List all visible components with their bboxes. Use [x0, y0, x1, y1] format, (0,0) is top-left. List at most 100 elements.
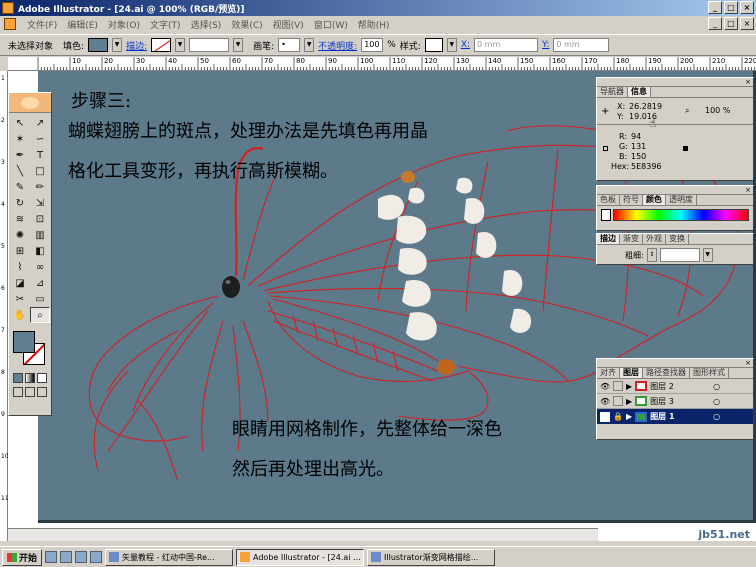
zoom-tool-icon[interactable]: ⌕ — [30, 307, 50, 323]
type-tool-icon[interactable]: T — [30, 147, 50, 163]
panel-close-icon[interactable]: × — [743, 78, 753, 86]
tab-stroke[interactable]: 描边 — [597, 234, 620, 244]
quicklaunch-ie-icon[interactable] — [45, 551, 58, 563]
layer-row-selected[interactable]: 🔒 ▶ 图层 1 ○ — [597, 409, 753, 424]
visibility-toggle[interactable] — [600, 411, 610, 422]
magic-wand-tool-icon[interactable]: ✶ — [10, 131, 30, 147]
stroke-dropdown[interactable]: ▼ — [175, 38, 186, 52]
brush-field[interactable]: • — [278, 38, 301, 52]
menu-view[interactable]: 视图(V) — [268, 18, 309, 31]
screen-mode-normal-icon[interactable] — [13, 387, 23, 397]
rectangle-tool-icon[interactable]: □ — [30, 163, 50, 179]
tab-swatches[interactable]: 色板 — [597, 195, 620, 205]
menu-edit[interactable]: 编辑(E) — [62, 18, 103, 31]
tab-graphic-styles[interactable]: 图形样式 — [690, 368, 729, 378]
menu-file[interactable]: 文件(F) — [22, 18, 62, 31]
quicklaunch-explorer-icon[interactable] — [75, 551, 88, 563]
tab-info[interactable]: 信息 — [628, 87, 651, 97]
style-dropdown[interactable]: ▼ — [446, 38, 457, 52]
line-tool-icon[interactable]: ╲ — [10, 163, 30, 179]
minimize-button[interactable]: _ — [708, 1, 722, 14]
fill-stroke-indicator[interactable] — [9, 329, 51, 371]
task-tutorial[interactable]: Illustrator渐变网格描绘... — [367, 548, 496, 566]
layer-row[interactable]: 👁 ▶ 图层 2 ○ — [597, 379, 753, 394]
layer-name[interactable]: 图层 3 — [650, 396, 710, 407]
menu-window[interactable]: 窗口(W) — [309, 18, 353, 31]
free-transform-tool-icon[interactable]: ⊡ — [30, 211, 50, 227]
tab-navigator[interactable]: 导航器 — [597, 87, 628, 97]
none-mode-icon[interactable] — [37, 373, 47, 383]
menu-effect[interactable]: 效果(C) — [226, 18, 267, 31]
stroke-weight-dropdown[interactable]: ▼ — [233, 38, 244, 52]
weight-field[interactable] — [659, 248, 700, 262]
task-illustrator[interactable]: Adobe Illustrator - [24.ai ... — [236, 548, 365, 566]
fill-dropdown[interactable]: ▼ — [112, 38, 123, 52]
color-spectrum[interactable] — [613, 209, 749, 221]
quicklaunch-desktop-icon[interactable] — [60, 551, 73, 563]
scale-tool-icon[interactable]: ⇲ — [30, 195, 50, 211]
task-browser[interactable]: 矢量教程 - 红动中国-Re... — [105, 548, 234, 566]
horizontal-scrollbar[interactable] — [8, 528, 598, 541]
paintbrush-tool-icon[interactable]: ✎ — [10, 179, 30, 195]
start-button[interactable]: 开始 — [2, 548, 43, 566]
tab-gradient[interactable]: 渐变 — [620, 234, 643, 244]
lock-toggle[interactable] — [613, 396, 623, 406]
hand-tool-icon[interactable]: ✋ — [10, 307, 30, 323]
tab-transform[interactable]: 变换 — [666, 234, 689, 244]
gradient-tool-icon[interactable]: ◧ — [30, 243, 50, 259]
doc-minimize-button[interactable]: _ — [708, 17, 722, 30]
pencil-tool-icon[interactable]: ✏ — [30, 179, 50, 195]
tab-color[interactable]: 颜色 — [643, 195, 666, 205]
pen-tool-icon[interactable]: ✒ — [10, 147, 30, 163]
symbol-sprayer-tool-icon[interactable]: ✺ — [10, 227, 30, 243]
expand-triangle-icon[interactable]: ▶ — [626, 412, 632, 421]
none-color-icon[interactable] — [601, 209, 611, 221]
lock-toggle[interactable] — [613, 381, 623, 391]
stroke-swatch[interactable] — [151, 38, 172, 52]
visibility-eye-icon[interactable]: 👁 — [600, 397, 610, 406]
visibility-eye-icon[interactable]: 👁 — [600, 382, 610, 391]
mesh-tool-icon[interactable]: ⊞ — [10, 243, 30, 259]
direct-selection-tool-icon[interactable]: ↗ — [30, 115, 50, 131]
x-label[interactable]: X: — [461, 40, 470, 50]
stroke-weight-field[interactable] — [189, 38, 230, 52]
blend-tool-icon[interactable]: ∞ — [30, 259, 50, 275]
expand-triangle-icon[interactable]: ▶ — [626, 382, 632, 391]
tab-symbols[interactable]: 符号 — [620, 195, 643, 205]
gradient-mode-icon[interactable] — [25, 373, 35, 383]
color-mode-icon[interactable] — [13, 373, 23, 383]
slice-tool-icon[interactable]: ⊿ — [30, 275, 50, 291]
scissors-tool-icon[interactable]: ✂ — [10, 291, 30, 307]
screen-mode-menu-icon[interactable] — [25, 387, 35, 397]
y-field[interactable]: 0 mm — [553, 38, 610, 52]
expand-triangle-icon[interactable]: ▶ — [626, 397, 632, 406]
screen-mode-full-icon[interactable] — [37, 387, 47, 397]
layer-row[interactable]: 👁 ▶ 图层 3 ○ — [597, 394, 753, 409]
menu-help[interactable]: 帮助(H) — [353, 18, 395, 31]
tab-transparency[interactable]: 透明度 — [666, 195, 697, 205]
style-swatch[interactable] — [424, 38, 443, 52]
menu-type[interactable]: 文字(T) — [145, 18, 186, 31]
target-circle-icon[interactable]: ○ — [713, 382, 720, 391]
tab-appearance[interactable]: 外观 — [643, 234, 666, 244]
target-circle-icon[interactable]: ○ — [713, 412, 720, 421]
maximize-button[interactable]: □ — [724, 1, 738, 14]
warp-tool-icon[interactable]: ≋ — [10, 211, 30, 227]
quicklaunch-media-icon[interactable] — [90, 551, 103, 563]
eraser-tool-icon[interactable]: ▭ — [30, 291, 50, 307]
x-field[interactable]: 0 mm — [474, 38, 539, 52]
lock-icon[interactable]: 🔒 — [613, 412, 623, 421]
layer-name[interactable]: 图层 1 — [650, 411, 710, 422]
color-panel-close-icon[interactable]: × — [743, 186, 753, 194]
tab-align[interactable]: 对齐 — [597, 368, 620, 378]
target-circle-icon[interactable]: ○ — [713, 397, 720, 406]
document-icon[interactable] — [4, 18, 16, 30]
rotate-tool-icon[interactable]: ↻ — [10, 195, 30, 211]
opacity-field[interactable]: 100 — [361, 38, 384, 52]
layer-name[interactable]: 图层 2 — [650, 381, 710, 392]
y-label[interactable]: Y: — [542, 40, 549, 50]
opacity-label[interactable]: 不透明度: — [318, 39, 357, 52]
selection-tool-icon[interactable]: ↖ — [10, 115, 30, 131]
close-button[interactable]: × — [740, 1, 754, 14]
weight-dropdown[interactable]: ▼ — [702, 248, 713, 262]
